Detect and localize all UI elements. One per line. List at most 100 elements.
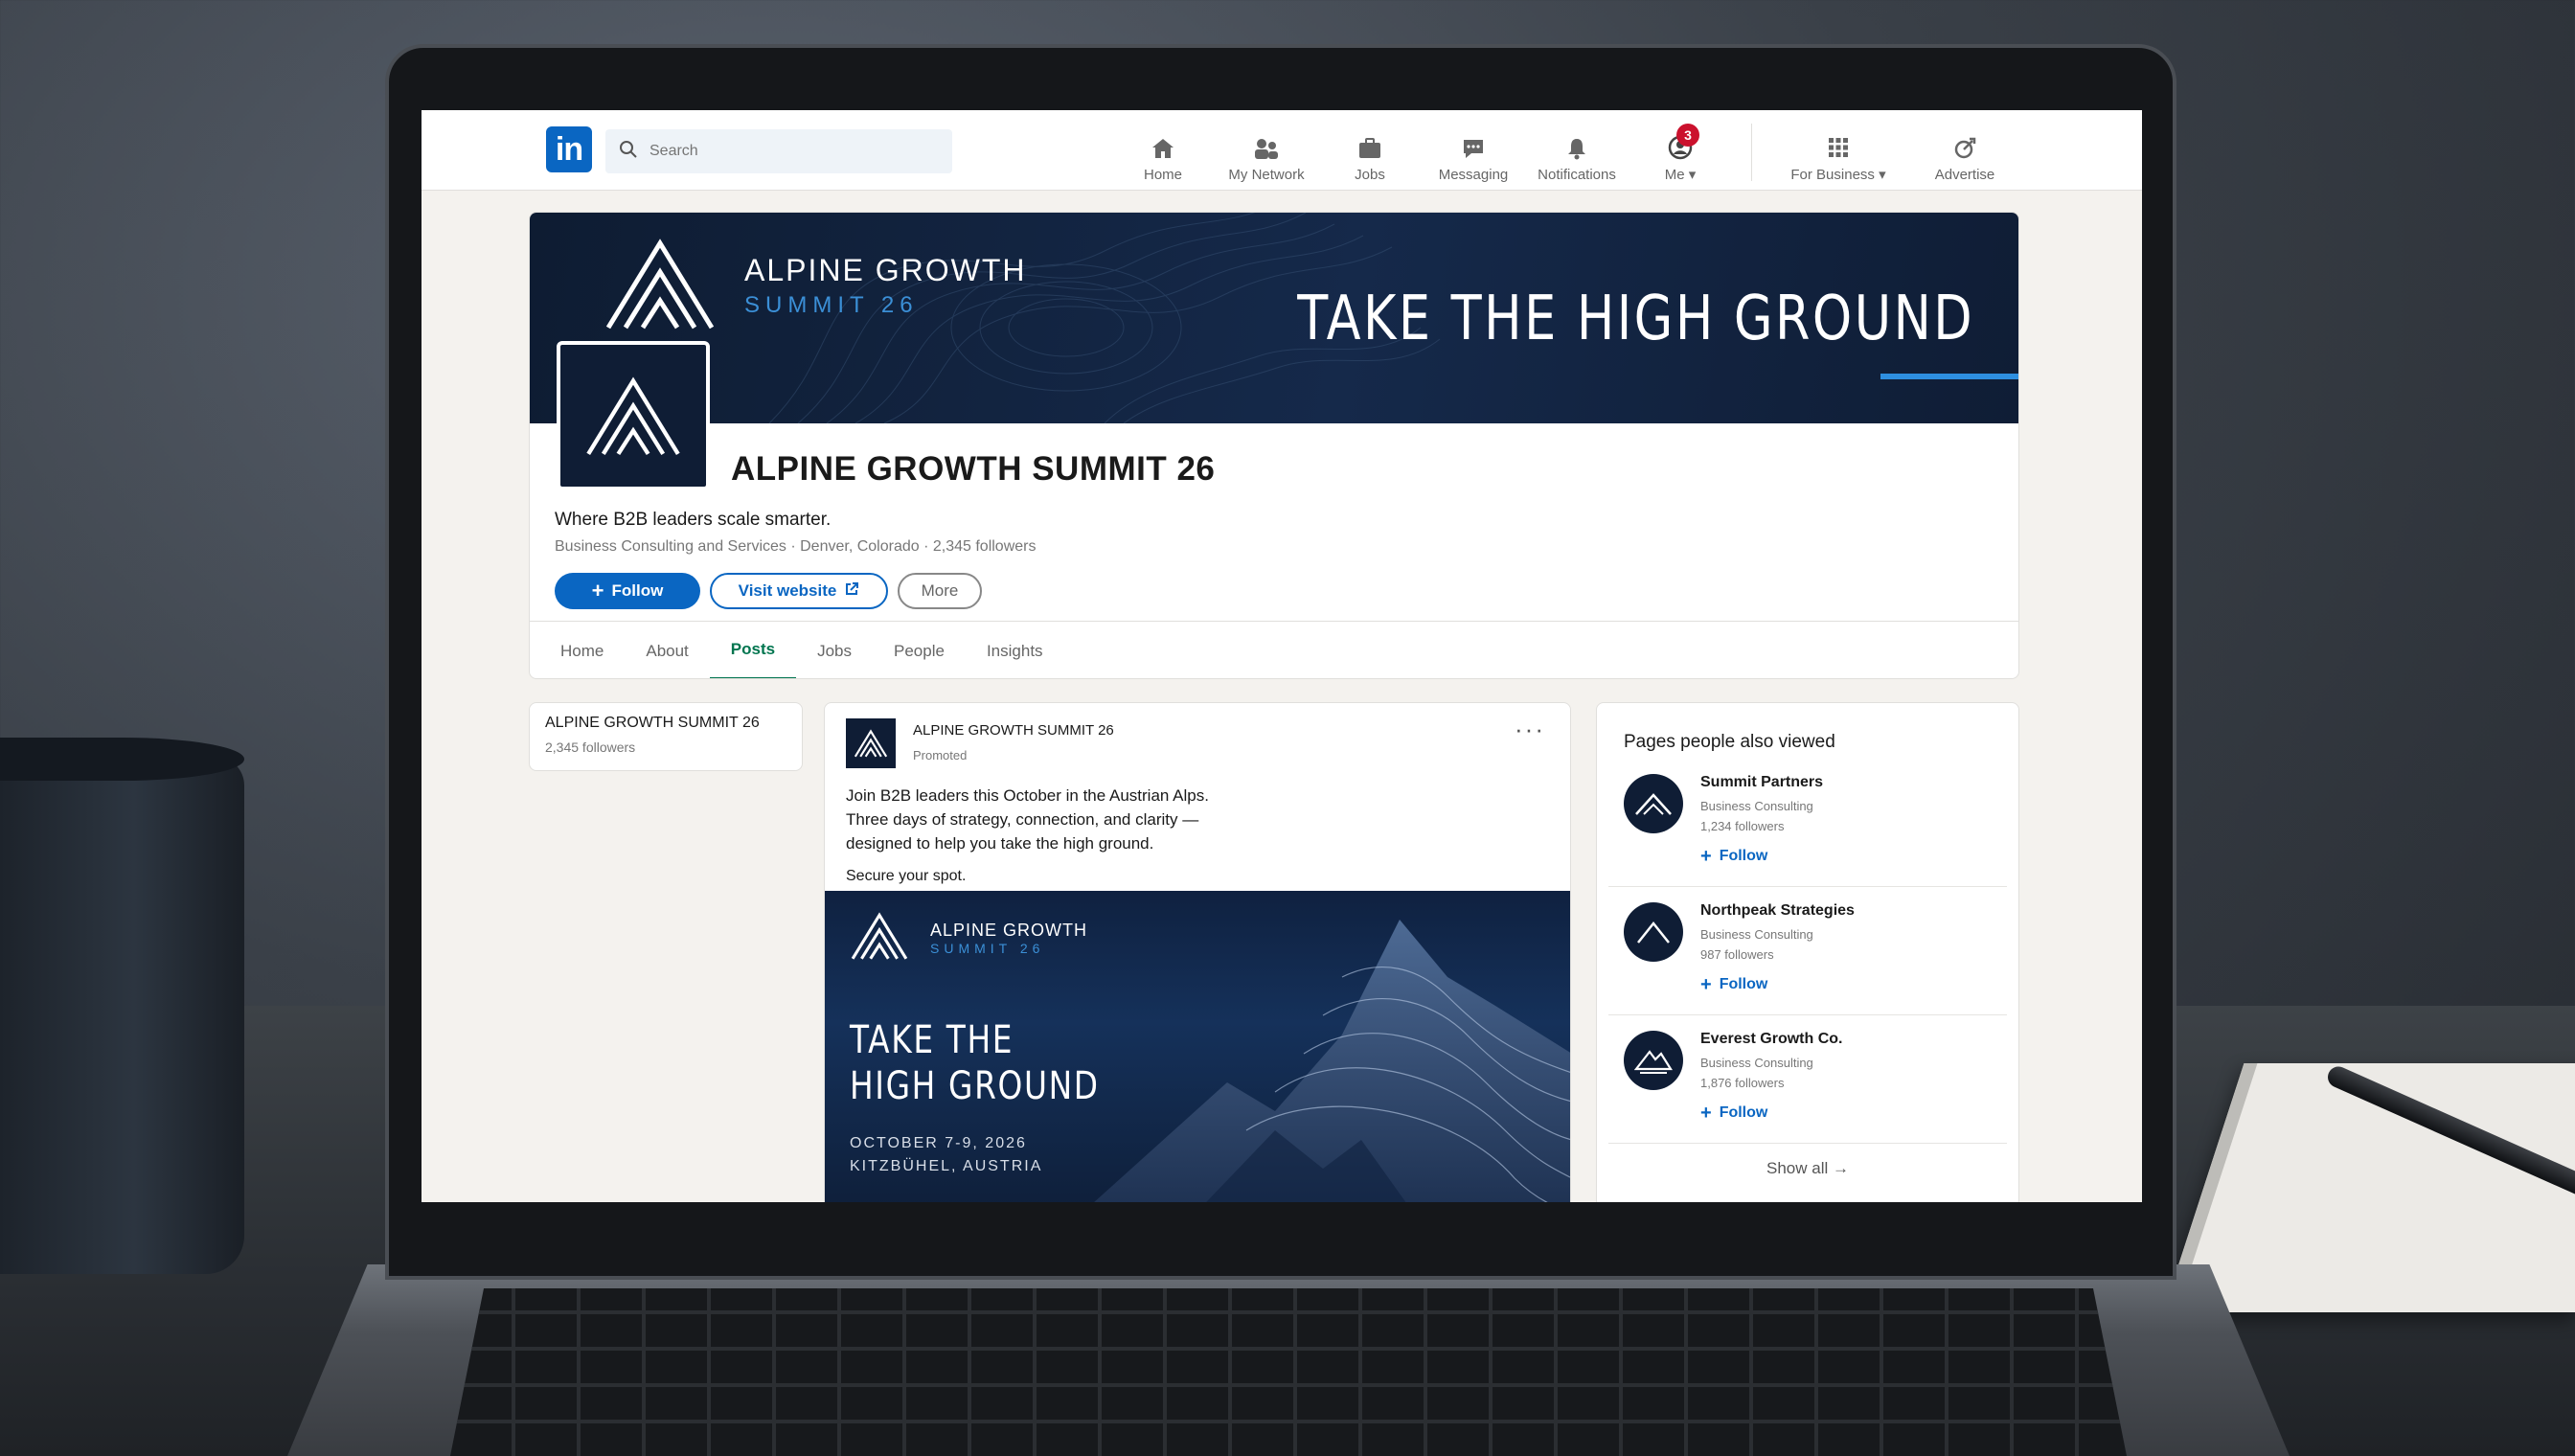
- plus-icon: +: [1700, 846, 1712, 867]
- also-viewed-sidebar: Pages people also viewed Summit Partners…: [1596, 702, 2019, 1202]
- tab-jobs[interactable]: Jobs: [796, 622, 873, 678]
- post-image-brand-subtitle: SUMMIT 26: [930, 941, 1045, 956]
- tab-people[interactable]: People: [873, 622, 966, 678]
- post-header: ALPINE GROWTH SUMMIT 26 Promoted: [846, 718, 1114, 768]
- summary-company-name: ALPINE GROWTH SUMMIT 26: [545, 715, 760, 731]
- post-image[interactable]: ALPINE GROWTH SUMMIT 26 TAKE THE HIGH GR…: [825, 891, 1570, 1202]
- nav-label: Home: [1143, 167, 1182, 183]
- page-follow-button[interactable]: + Follow: [1700, 975, 1855, 994]
- post-avatar[interactable]: [846, 718, 896, 768]
- sidebar-title: Pages people also viewed: [1624, 732, 1835, 752]
- tab-home[interactable]: Home: [539, 622, 625, 678]
- more-options-icon[interactable]: ···: [1515, 715, 1545, 744]
- page-avatar[interactable]: [1624, 1031, 1683, 1090]
- advertise-icon: [1953, 134, 1976, 163]
- post-text-line: designed to help you take the high groun…: [846, 834, 1154, 853]
- page-industry: Business Consulting: [1700, 799, 1813, 813]
- top-nav: in Home My Network Jobs Messaging: [422, 110, 2142, 191]
- search-input[interactable]: [649, 143, 918, 160]
- page-follow-label: Follow: [1719, 1104, 1768, 1121]
- tab-about[interactable]: About: [625, 622, 709, 678]
- post-image-brand: ALPINE GROWTH SUMMIT 26: [850, 912, 1087, 965]
- page-name[interactable]: Northpeak Strategies: [1700, 902, 1855, 920]
- nav-my-network[interactable]: My Network: [1215, 120, 1318, 183]
- tab-insights[interactable]: Insights: [966, 622, 1064, 678]
- suggested-page: Everest Growth Co. Business Consulting 1…: [1608, 1031, 2007, 1144]
- nav-home[interactable]: Home: [1111, 120, 1215, 183]
- page-followers: 1,234 followers: [1700, 819, 1785, 833]
- company-name: ALPINE GROWTH SUMMIT 26: [731, 450, 1216, 488]
- nav-advertise[interactable]: Advertise: [1905, 120, 2024, 183]
- nav-notifications[interactable]: Notifications: [1525, 120, 1629, 183]
- company-tagline: Where B2B leaders scale smarter.: [555, 510, 832, 530]
- post-text: Join B2B leaders this October in the Aus…: [846, 784, 1209, 855]
- network-icon: [1253, 134, 1280, 163]
- nav-for-business[interactable]: For Business ▾: [1771, 120, 1905, 183]
- bell-icon: [1565, 134, 1588, 163]
- page-follow-label: Follow: [1719, 976, 1768, 992]
- visit-website-label: Visit website: [738, 581, 837, 600]
- post-author[interactable]: ALPINE GROWTH SUMMIT 26: [913, 722, 1114, 739]
- page-followers: 1,876 followers: [1700, 1076, 1785, 1090]
- feed-post: ALPINE GROWTH SUMMIT 26 Promoted ··· Joi…: [824, 702, 1571, 1202]
- follow-button-label: Follow: [611, 581, 664, 600]
- mountain-logo-icon: [586, 376, 680, 456]
- banner-brand: ALPINE GROWTH SUMMIT 26: [603, 238, 1026, 334]
- follow-button[interactable]: + Follow: [555, 573, 700, 609]
- show-all-link[interactable]: Show all →: [1608, 1159, 2007, 1178]
- visit-website-button[interactable]: Visit website: [710, 573, 888, 609]
- mountain-logo-icon: [854, 729, 888, 758]
- banner-tagline: TAKE THE HIGH GROUND: [1297, 284, 1974, 354]
- page-follow-button[interactable]: + Follow: [1700, 847, 1823, 866]
- post-image-tagline-line: TAKE THE: [850, 1018, 1014, 1062]
- nav-label: Me ▾: [1664, 167, 1697, 183]
- post-promoted-label: Promoted: [913, 748, 968, 762]
- page-avatar[interactable]: [1624, 774, 1683, 833]
- post-image-tagline-line: HIGH GROUND: [850, 1064, 1100, 1108]
- company-actions: + Follow Visit website More: [555, 573, 982, 609]
- nav-messaging[interactable]: Messaging: [1422, 120, 1525, 183]
- page-follow-label: Follow: [1719, 848, 1768, 864]
- nav-me[interactable]: 3 Me ▾: [1629, 120, 1732, 183]
- suggested-page: Northpeak Strategies Business Consulting…: [1608, 902, 2007, 1015]
- keyboard: [450, 1288, 2127, 1456]
- company-logo[interactable]: [557, 341, 710, 490]
- page-name[interactable]: Summit Partners: [1700, 774, 1823, 791]
- company-card: ALPINE GROWTH SUMMIT 26 TAKE THE HIGH GR…: [529, 212, 2019, 679]
- nav-label: My Network: [1228, 167, 1305, 183]
- company-summary-card[interactable]: ALPINE GROWTH SUMMIT 26 2,345 followers: [529, 702, 803, 771]
- search-box[interactable]: [605, 129, 952, 173]
- more-button[interactable]: More: [898, 573, 982, 609]
- nav-divider: [1751, 124, 1752, 181]
- post-text-line: Join B2B leaders this October in the Aus…: [846, 786, 1209, 805]
- page-follow-button[interactable]: + Follow: [1700, 1103, 1842, 1123]
- page-industry: Business Consulting: [1700, 927, 1813, 942]
- post-image-tagline: TAKE THE HIGH GROUND: [850, 1017, 1100, 1109]
- external-link-icon: [844, 581, 859, 602]
- notification-badge: 3: [1676, 124, 1699, 147]
- banner-brand-subtitle: SUMMIT 26: [744, 292, 919, 318]
- page-followers: 987 followers: [1700, 947, 1774, 962]
- nav-items: Home My Network Jobs Messaging Notificat…: [1111, 120, 2024, 183]
- post-image-location: KITZBÜHEL, AUSTRIA: [850, 1158, 1043, 1174]
- cover-banner: ALPINE GROWTH SUMMIT 26 TAKE THE HIGH GR…: [530, 213, 2018, 423]
- post-cta: Secure your spot.: [846, 868, 967, 884]
- screen: in Home My Network Jobs Messaging: [422, 110, 2142, 1202]
- banner-accent-bar: [1880, 374, 2018, 379]
- home-icon: [1151, 134, 1175, 163]
- post-image-event-info: OCTOBER 7-9, 2026 KITZBÜHEL, AUSTRIA: [850, 1132, 1042, 1178]
- plus-icon: +: [1700, 1103, 1712, 1124]
- nav-label: For Business ▾: [1790, 167, 1886, 183]
- company-tabs: Home About Posts Jobs People Insights: [530, 621, 2018, 678]
- page-avatar[interactable]: [1624, 902, 1683, 962]
- tab-posts[interactable]: Posts: [709, 622, 797, 678]
- post-image-brand-title: ALPINE GROWTH: [930, 921, 1088, 940]
- nav-label: Notifications: [1538, 167, 1616, 183]
- summary-followers: 2,345 followers: [545, 739, 636, 755]
- nav-label: Jobs: [1355, 167, 1385, 183]
- page-name[interactable]: Everest Growth Co.: [1700, 1031, 1842, 1048]
- nav-jobs[interactable]: Jobs: [1318, 120, 1422, 183]
- mountain-logo-icon: [603, 238, 718, 334]
- linkedin-logo[interactable]: in: [546, 126, 592, 172]
- grid-icon: [1827, 133, 1850, 162]
